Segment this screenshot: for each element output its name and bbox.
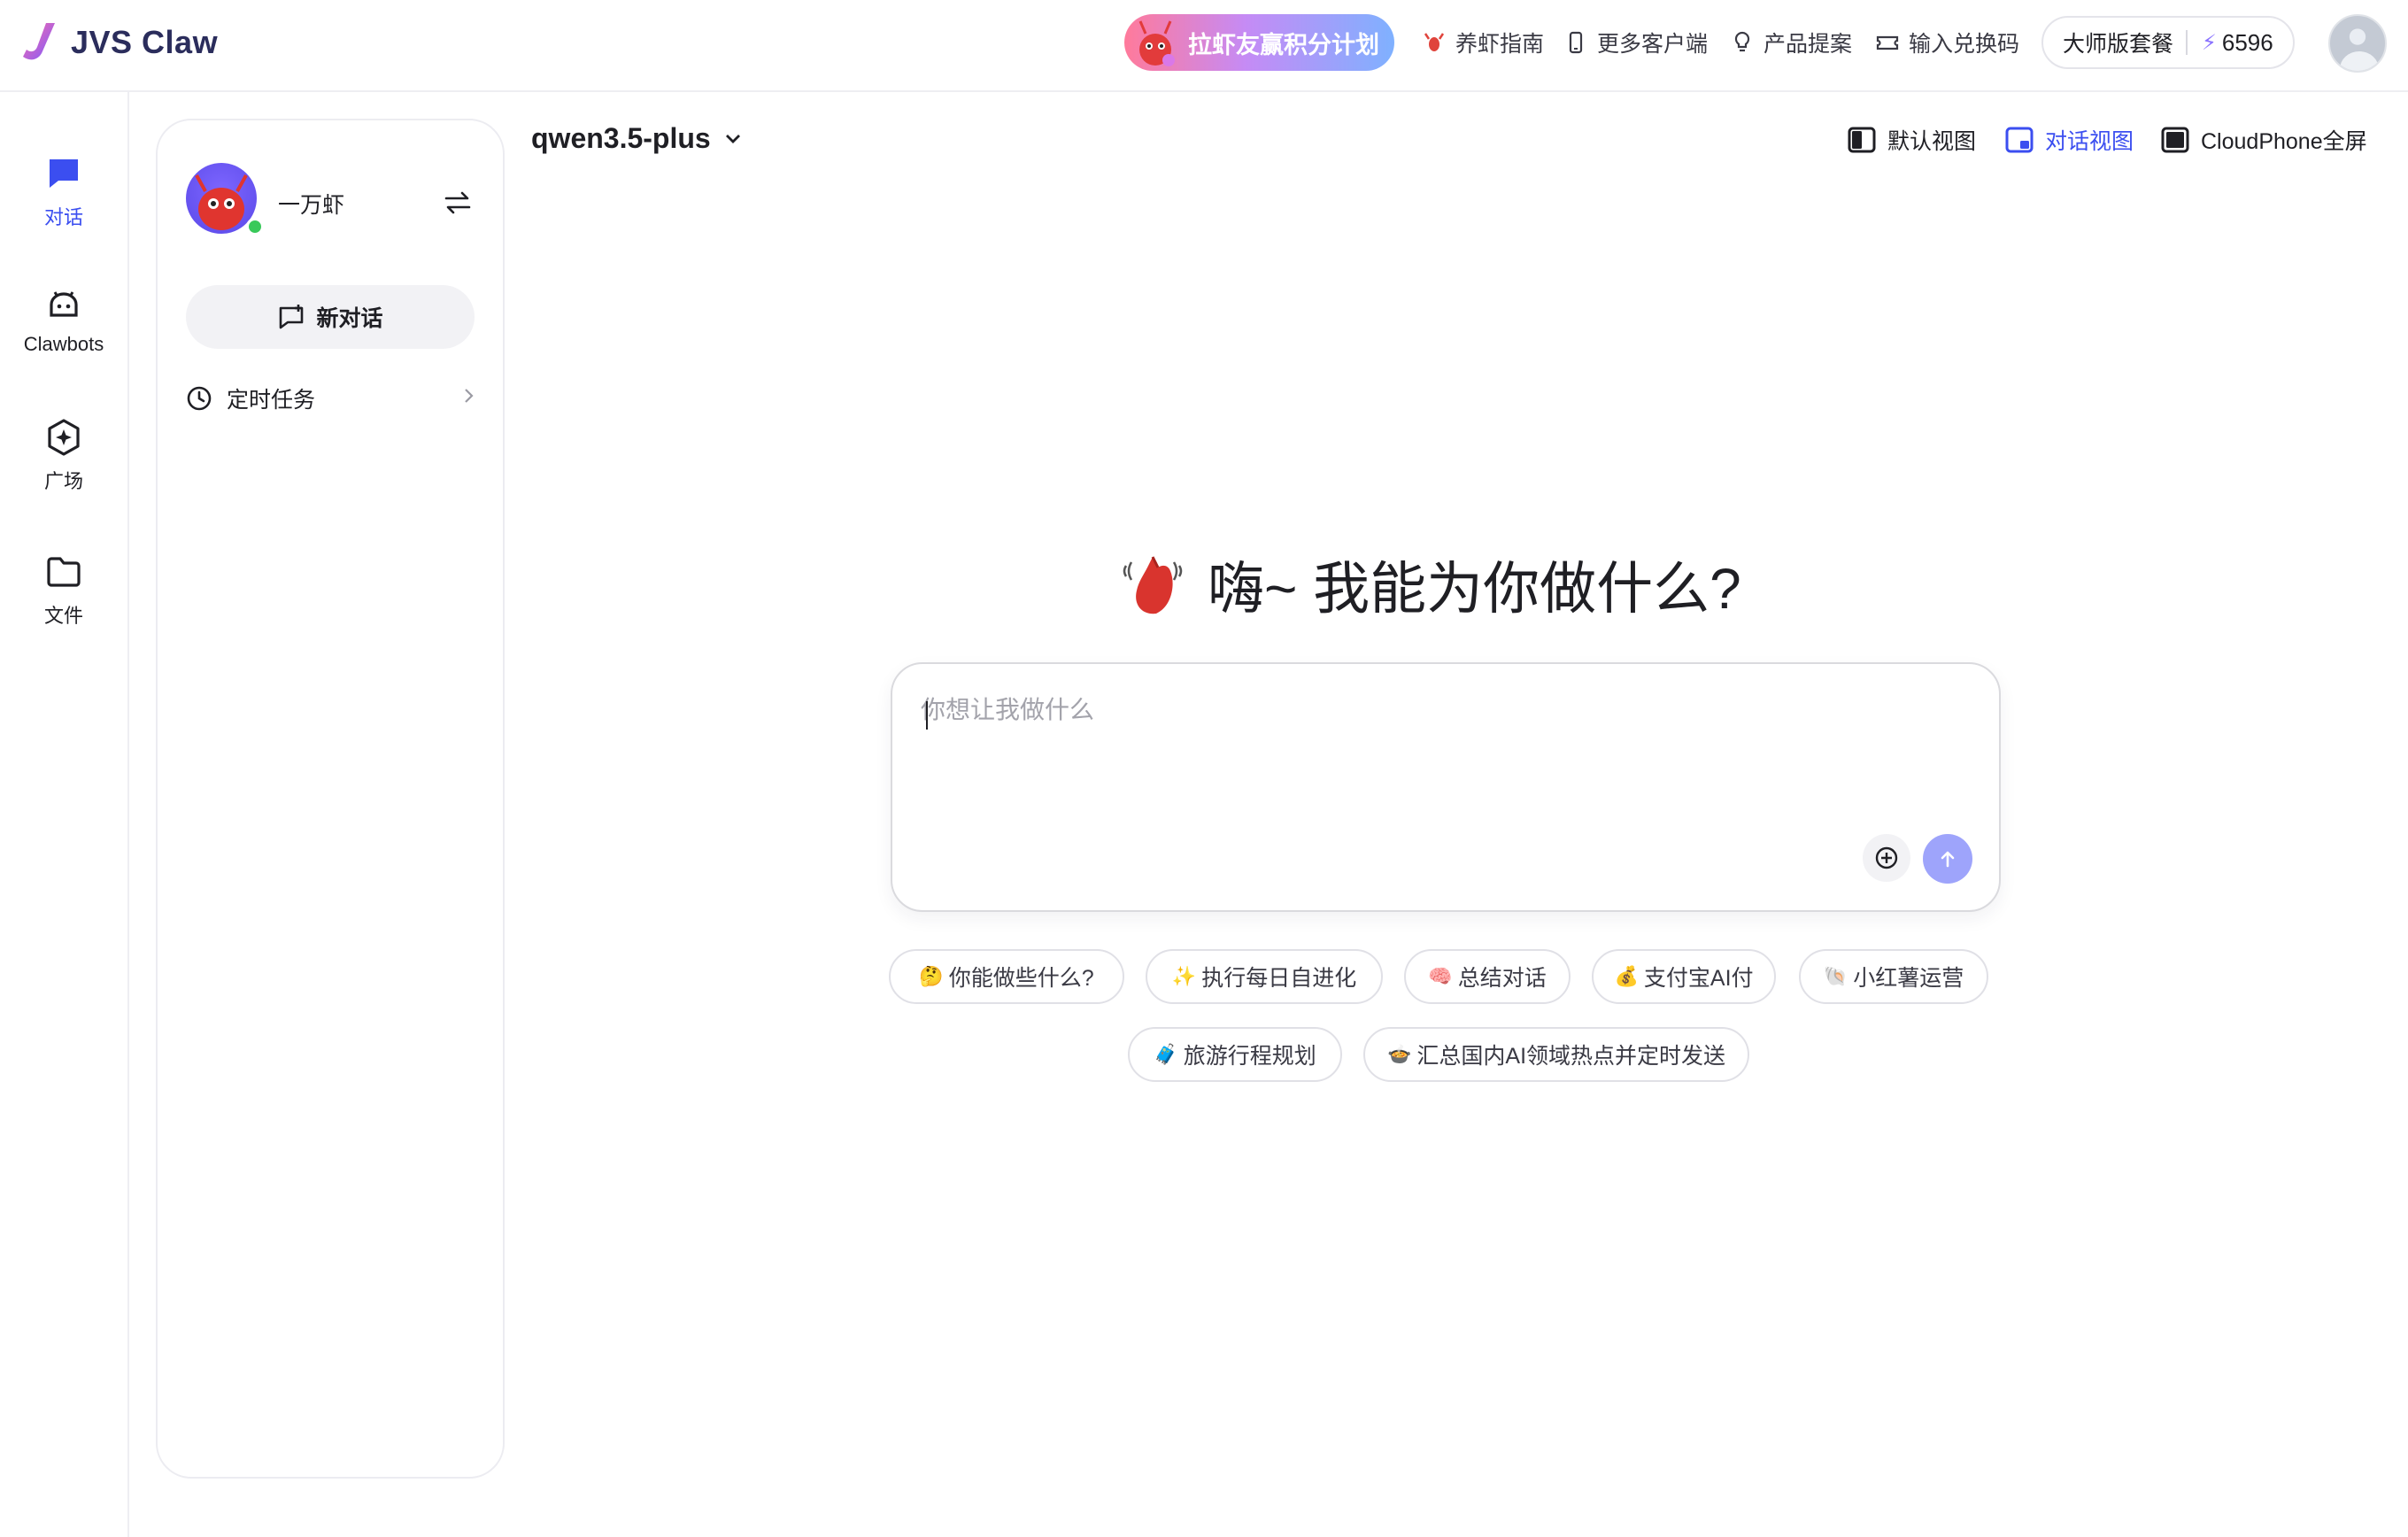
hotpot-icon: 🍲 [1386, 1043, 1412, 1065]
new-chat-icon [280, 305, 304, 329]
lobster-mascot-icon [1138, 20, 1175, 66]
plan-credits-pill[interactable]: 大师版套餐 ⚡ 6596 [2041, 16, 2295, 69]
user-avatar[interactable] [2328, 14, 2387, 73]
lightbulb-icon [1734, 31, 1750, 52]
suggestion-label: 你能做些什么? [948, 966, 1094, 991]
suggestion-chip[interactable]: 🤔 你能做些什么? [889, 949, 1124, 1004]
luggage-icon: 🧳 [1154, 1043, 1178, 1065]
nav-raising-guide[interactable]: 养虾指南 [1422, 27, 1544, 58]
suggestion-chip[interactable]: 🧠 总结对话 [1404, 949, 1571, 1004]
arrow-up-icon [1941, 851, 1955, 868]
suggestion-chip[interactable]: ✨ 执行每日自进化 [1146, 949, 1383, 1004]
message-composer [891, 662, 2001, 912]
logo-mark-icon [23, 23, 55, 60]
folder-icon [47, 557, 81, 587]
chat-view-icon [2005, 127, 2034, 153]
top-bar: JVS Claw 拉虾友赢积分计划 养虾指南 更多客户端 产品提案 输入兑换码 … [0, 0, 2408, 92]
brain-icon: 🧠 [1428, 965, 1453, 987]
online-status-dot [246, 218, 264, 236]
money-bag-icon: 💰 [1614, 965, 1639, 987]
clock-icon [187, 386, 212, 411]
plus-circle-icon [1875, 846, 1898, 869]
fullscreen-view-icon [2161, 127, 2189, 153]
left-rail: 对话 Clawbots 广场 文件 [0, 92, 129, 1537]
chevron-down-icon [725, 134, 740, 143]
message-input[interactable] [921, 691, 1965, 832]
view-label: 对话视图 [2045, 129, 2134, 154]
default-view-icon [1848, 127, 1876, 153]
rail-item-files[interactable]: 文件 [0, 552, 127, 629]
promo-label: 拉虾友赢积分计划 [1188, 31, 1379, 58]
ticket-icon [1876, 35, 1899, 50]
new-chat-button[interactable]: 新对话 [186, 285, 475, 349]
chat-bubble-icon [50, 159, 78, 188]
app-logo[interactable]: JVS Claw [19, 21, 218, 64]
bolt-icon: ⚡ [2202, 30, 2217, 55]
thinking-face-icon: 🤔 [919, 965, 944, 987]
rail-item-plaza[interactable]: 广场 [0, 418, 127, 494]
bot-icon [50, 291, 78, 317]
suggestion-label: 旅游行程规划 [1183, 1044, 1316, 1069]
greeting-heading: 嗨~ 我能为你做什么? [1117, 544, 1741, 625]
suggestion-label: 汇总国内AI领域热点并定时发送 [1416, 1044, 1726, 1069]
referral-promo-button[interactable]: 拉虾友赢积分计划 [1124, 14, 1394, 71]
suggestion-label: 支付宝AI付 [1643, 966, 1754, 991]
lobster-icon [1424, 33, 1445, 51]
rail-label: 广场 [43, 470, 83, 492]
rail-item-clawbots[interactable]: Clawbots [0, 285, 127, 356]
view-cloudphone-fullscreen-button[interactable]: CloudPhone全屏 [2160, 124, 2367, 156]
shell-icon: 🐚 [1823, 965, 1848, 987]
text-caret [926, 701, 928, 730]
scheduled-tasks-item[interactable]: 定时任务 [186, 382, 478, 414]
nav-more-clients[interactable]: 更多客户端 [1563, 27, 1708, 58]
greeting-text: 嗨~ 我能为你做什么? [1208, 557, 1741, 621]
scheduled-tasks-label: 定时任务 [227, 388, 316, 413]
attach-button[interactable] [1863, 834, 1910, 882]
nav-label: 养虾指南 [1455, 32, 1545, 57]
suggestion-chip[interactable]: 🐚 小红薯运营 [1799, 949, 1988, 1004]
suggestion-chip[interactable]: 🧳 旅游行程规划 [1128, 1027, 1342, 1082]
rail-label: 对话 [43, 206, 83, 228]
divider [2186, 30, 2188, 55]
send-button[interactable] [1923, 834, 1972, 884]
model-selector[interactable]: qwen3.5-plus [531, 122, 745, 155]
view-label: CloudPhone全屏 [2201, 129, 2367, 154]
nav-label: 输入兑换码 [1909, 32, 2020, 57]
view-label: 默认视图 [1887, 129, 1977, 154]
credits-count: 6596 [2221, 28, 2273, 56]
nav-label: 产品提案 [1764, 32, 1853, 57]
suggestion-label: 执行每日自进化 [1201, 966, 1357, 991]
rail-label: Clawbots [23, 333, 104, 355]
suggestion-label: 小红薯运营 [1853, 966, 1964, 991]
nav-redeem-code[interactable]: 输入兑换码 [1875, 27, 2019, 58]
phone-icon [1569, 31, 1583, 54]
view-default-button[interactable]: 默认视图 [1847, 124, 1976, 156]
conversation-panel: 一万虾 新对话 定时任务 [156, 119, 505, 1479]
rail-label: 文件 [43, 605, 83, 627]
agent-name: 一万虾 [278, 193, 345, 218]
new-chat-label: 新对话 [316, 306, 383, 331]
view-chat-button[interactable]: 对话视图 [2004, 124, 2134, 156]
sparkles-icon: ✨ [1171, 965, 1197, 987]
app-name: JVS Claw [71, 24, 219, 60]
model-name: qwen3.5-plus [531, 122, 711, 154]
nav-product-proposal[interactable]: 产品提案 [1730, 27, 1852, 58]
suggestion-chip[interactable]: 💰 支付宝AI付 [1592, 949, 1776, 1004]
plan-label: 大师版套餐 [2063, 32, 2174, 57]
chevron-right-icon [465, 389, 474, 403]
suggestion-label: 总结对话 [1457, 966, 1547, 991]
waving-lobster-claw-icon [1123, 556, 1183, 614]
switch-arrows-icon[interactable] [443, 189, 473, 216]
sparkle-hexagon-icon [48, 419, 80, 456]
suggestion-chip[interactable]: 🍲 汇总国内AI领域热点并定时发送 [1363, 1027, 1749, 1082]
rail-item-chat[interactable]: 对话 [0, 154, 127, 230]
nav-label: 更多客户端 [1597, 32, 1709, 57]
